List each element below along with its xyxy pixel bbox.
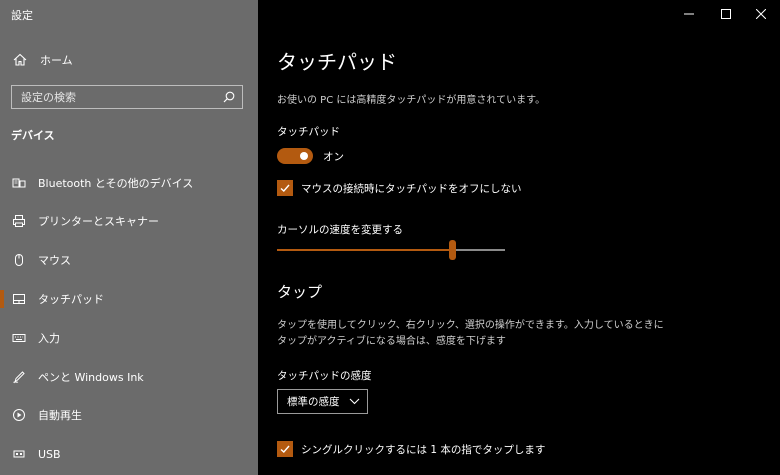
sidebar-item-label: 自動再生 xyxy=(38,409,82,422)
home-link[interactable]: ホーム xyxy=(12,50,73,70)
bluetooth-devices-icon xyxy=(12,176,26,190)
pen-icon xyxy=(12,370,26,384)
sidebar-item-usb[interactable]: USB xyxy=(0,441,258,467)
touchpad-toggle[interactable] xyxy=(277,148,313,164)
maximize-icon xyxy=(721,9,731,19)
slider-track-filled xyxy=(277,249,449,251)
tap-section-title: タップ xyxy=(277,283,323,301)
main-panel: タッチパッド お使いの PC には高精度タッチパッドが用意されています。 タッチ… xyxy=(258,0,780,475)
single-tap-option[interactable]: シングルクリックするには 1 本の指でタップします xyxy=(277,441,545,457)
sidebar-item-label: USB xyxy=(38,447,61,461)
sidebar-item-label: ペンと Windows Ink xyxy=(38,371,144,384)
printer-icon xyxy=(12,214,26,228)
sidebar-item-label: マウス xyxy=(38,254,71,267)
sensitivity-dropdown[interactable]: 標準の感度 xyxy=(277,389,368,414)
single-tap-checkbox[interactable] xyxy=(277,441,293,457)
slider-thumb[interactable] xyxy=(449,240,456,260)
close-icon xyxy=(756,9,766,19)
slider-track-empty xyxy=(456,249,505,251)
sensitivity-value: 標準の感度 xyxy=(287,396,340,408)
search-icon[interactable] xyxy=(222,90,236,104)
chevron-down-icon xyxy=(349,398,360,405)
sensitivity-label: タッチパッドの感度 xyxy=(277,370,372,382)
single-tap-label: シングルクリックするには 1 本の指でタップします xyxy=(301,443,546,456)
keyboard-icon xyxy=(12,331,26,345)
search-box[interactable] xyxy=(11,85,243,109)
touchpad-toggle-label: タッチパッド xyxy=(277,126,340,138)
checkmark-icon xyxy=(280,445,290,453)
autoplay-icon xyxy=(12,408,26,422)
page-title: タッチパッド xyxy=(277,50,397,74)
sidebar-item-label: 入力 xyxy=(38,332,60,345)
checkmark-icon xyxy=(280,184,290,192)
sidebar-item-label: タッチパッド xyxy=(38,293,104,306)
sidebar-item-typing[interactable]: 入力 xyxy=(0,325,258,351)
sidebar: 設定 ホーム デバイス Bluetooth とその他のデバイス プリンターとスキ… xyxy=(0,0,258,475)
toggle-knob xyxy=(300,152,308,160)
section-title: デバイス xyxy=(11,129,55,142)
sidebar-item-printers[interactable]: プリンターとスキャナー xyxy=(0,208,258,234)
close-button[interactable] xyxy=(738,0,780,28)
keep-on-with-mouse-option[interactable]: マウスの接続時にタッチパッドをオフにしない xyxy=(277,180,522,196)
app-title: 設定 xyxy=(11,9,33,22)
sidebar-item-pen[interactable]: ペンと Windows Ink xyxy=(0,364,258,390)
tap-description-line: タップを使用してクリック、右クリック、選択の操作ができます。入力しているときに xyxy=(277,320,664,331)
tap-description-line: タップがアクティブになる場合は、感度を下げます xyxy=(277,336,506,347)
tap-description: タップを使用してクリック、右クリック、選択の操作ができます。入力しているときに … xyxy=(277,318,664,350)
keep-on-with-mouse-checkbox[interactable] xyxy=(277,180,293,196)
usb-icon xyxy=(12,447,26,461)
sidebar-item-mouse[interactable]: マウス xyxy=(0,247,258,273)
minimize-icon xyxy=(684,13,694,15)
search-input[interactable] xyxy=(12,86,222,108)
touchpad-icon xyxy=(12,292,26,306)
sidebar-item-bluetooth[interactable]: Bluetooth とその他のデバイス xyxy=(0,170,258,196)
home-icon xyxy=(12,52,28,68)
sidebar-item-touchpad[interactable]: タッチパッド xyxy=(0,286,258,312)
sidebar-item-label: Bluetooth とその他のデバイス xyxy=(38,177,194,190)
cursor-speed-label: カーソルの速度を変更する xyxy=(277,224,403,236)
mouse-icon xyxy=(12,253,26,267)
toggle-state-text: オン xyxy=(323,151,344,163)
sidebar-item-label: プリンターとスキャナー xyxy=(38,215,159,228)
sidebar-item-autoplay[interactable]: 自動再生 xyxy=(0,402,258,428)
home-label: ホーム xyxy=(40,54,73,67)
keep-on-with-mouse-label: マウスの接続時にタッチパッドをオフにしない xyxy=(301,182,522,195)
cursor-speed-slider[interactable] xyxy=(277,240,505,260)
selected-indicator xyxy=(0,290,4,308)
page-description: お使いの PC には高精度タッチパッドが用意されています。 xyxy=(277,95,546,106)
